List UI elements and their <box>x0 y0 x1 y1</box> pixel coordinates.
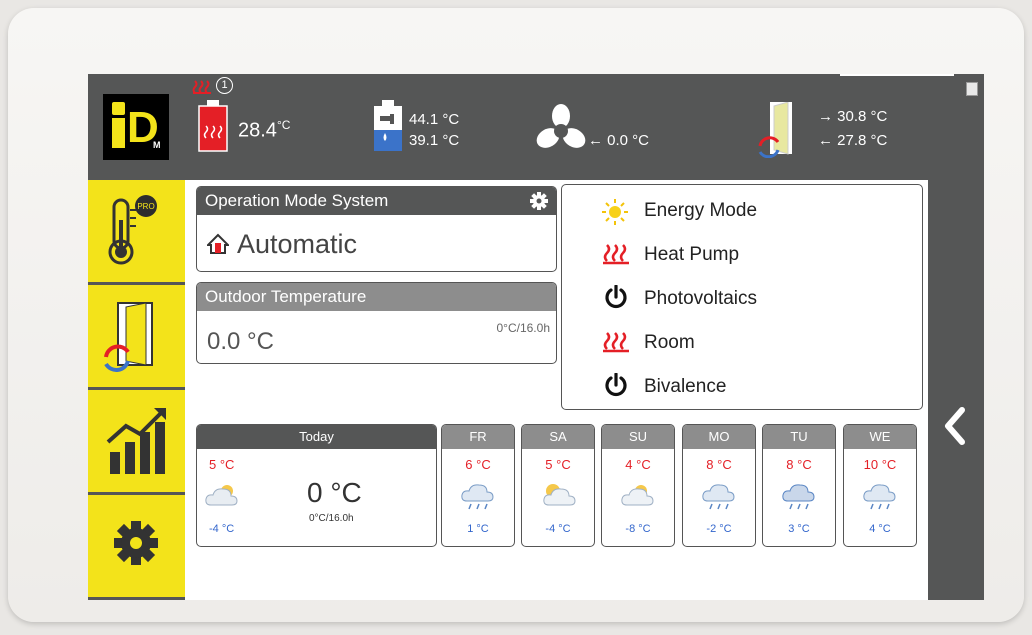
forecast-high: 8 °C <box>786 457 812 472</box>
forecast-day[interactable]: TU 8 °C 3 °C <box>762 424 836 547</box>
operation-mode-title: Operation Mode System <box>205 191 389 210</box>
sun-icon <box>602 199 628 225</box>
heating-circuit-icon <box>192 80 211 94</box>
status-bivalence: Bivalence <box>644 376 727 397</box>
status-energy-mode: Energy Mode <box>644 200 758 221</box>
operation-mode-value: Automatic <box>237 229 358 259</box>
home-auto-icon <box>207 233 229 254</box>
status-heat-pump: Heat Pump <box>644 244 740 265</box>
forecast-day[interactable]: SU 4 °C -8 °C <box>601 424 675 547</box>
outdoor-temp-header: Outdoor Temperature <box>197 283 556 311</box>
nav-statistics[interactable] <box>88 390 185 492</box>
circuit-number-badge: 1 <box>216 77 233 94</box>
bar-chart-icon <box>106 408 166 474</box>
forecast-high: 8 °C <box>706 457 732 472</box>
forecast-day-label: FR <box>442 425 514 449</box>
hot-water-tank-icon <box>374 100 402 151</box>
sun-cloud-icon <box>621 485 654 506</box>
today-current-temp: 0 °C <box>307 477 362 508</box>
rain-cloud-icon <box>863 484 896 510</box>
cloud-icon <box>205 485 238 506</box>
forecast-day-label: WE <box>844 425 916 449</box>
forecast-high: 10 °C <box>863 457 897 472</box>
forecast-low: 4 °C <box>869 523 891 535</box>
forecast-day-label: TU <box>763 425 835 449</box>
forecast-day-label: SA <box>522 425 594 449</box>
forecast-low: 3 °C <box>788 523 810 535</box>
rain-cloud-icon <box>461 484 494 510</box>
gear-icon <box>114 521 158 565</box>
forecast-day[interactable]: SA 5 °C -4 °C <box>521 424 595 547</box>
forecast-high: 4 °C <box>625 457 651 472</box>
idm-logo: DM <box>103 94 169 160</box>
forecast-low: -8 °C <box>625 523 651 535</box>
device-frame: DM 1 28.4°C 44.1 °C 39.1 °C ← 0.0 °C → 3… <box>8 8 1024 622</box>
today-high: 5 °C <box>209 457 235 472</box>
svg-text:PRO: PRO <box>137 202 154 211</box>
status-room: Room <box>644 332 695 353</box>
forecast-day[interactable]: MO 8 °C -2 °C <box>682 424 756 547</box>
chevron-left-icon[interactable] <box>942 406 968 446</box>
heating-icon <box>603 244 629 265</box>
heating-buffer-temp: 28.4°C <box>238 118 291 142</box>
outdoor-temp-panel[interactable]: Outdoor Temperature 0.0 °C 0°C/16.0h <box>196 282 557 364</box>
flow-return-icon <box>758 102 792 158</box>
settings-gear-icon[interactable] <box>530 192 548 210</box>
window-door-icon <box>104 302 153 372</box>
return-temp: ← 27.8 °C <box>818 132 888 149</box>
outdoor-temp-value: 0.0 °C <box>207 328 274 355</box>
rain-cloud-icon <box>702 484 735 510</box>
forecast-high: 6 °C <box>465 457 491 472</box>
forecast-day-label: SU <box>602 425 674 449</box>
operation-mode-panel[interactable]: Operation Mode System Automatic <box>196 186 557 272</box>
today-meta: 0°C/16.0h <box>309 513 354 524</box>
forecast-day-label: MO <box>683 425 755 449</box>
sd-card-icon <box>966 82 978 96</box>
screen: DM 1 28.4°C 44.1 °C 39.1 °C ← 0.0 °C → 3… <box>88 74 984 600</box>
nav-settings[interactable] <box>88 495 185 597</box>
nav-flow-return[interactable] <box>88 285 185 387</box>
hot-water-bottom-temp: 39.1 °C <box>409 132 460 149</box>
status-panel[interactable]: Energy Mode Heat Pump Photovoltaics Room… <box>561 184 923 410</box>
heating-buffer-icon <box>198 100 228 152</box>
forecast-day[interactable]: WE 10 °C 4 °C <box>843 424 917 547</box>
forecast-high: 5 °C <box>545 457 571 472</box>
outdoor-temp-title: Outdoor Temperature <box>205 287 367 306</box>
status-bar: DM 1 28.4°C 44.1 °C 39.1 °C ← 0.0 °C → 3… <box>88 74 984 180</box>
flow-temp: → 30.8 °C <box>818 108 888 125</box>
operation-mode-header: Operation Mode System <box>197 187 556 215</box>
right-bar <box>928 180 984 600</box>
forecast-day[interactable]: FR 6 °C 1 °C <box>441 424 515 547</box>
today-low: -4 °C <box>209 523 235 535</box>
sidebar: PRO <box>88 180 185 600</box>
nav-temperature-pro[interactable]: PRO <box>88 180 185 282</box>
today-header: Today <box>197 425 436 449</box>
heating-icon <box>603 332 629 353</box>
outdoor-temp-meta: 0°C/16.0h <box>496 321 550 335</box>
power-icon <box>605 373 627 397</box>
forecast-low: 1 °C <box>467 523 489 535</box>
sun-cloud-icon <box>543 484 576 506</box>
fan-temp: ← 0.0 °C <box>588 132 650 149</box>
top-right-strip <box>840 74 954 76</box>
fan-icon <box>536 104 586 148</box>
weather-today-panel[interactable]: Today 5 °C -4 °C 0 °C 0°C/16.0h <box>196 424 437 547</box>
forecast-low: -2 °C <box>706 523 732 535</box>
forecast-low: -4 °C <box>545 523 571 535</box>
thermometer-pro-icon: PRO <box>108 195 157 265</box>
today-label: Today <box>299 429 334 444</box>
status-photovoltaics: Photovoltaics <box>644 288 758 309</box>
power-icon <box>605 285 627 309</box>
rain-cloud-icon <box>782 484 815 510</box>
hot-water-top-temp: 44.1 °C <box>409 111 460 128</box>
